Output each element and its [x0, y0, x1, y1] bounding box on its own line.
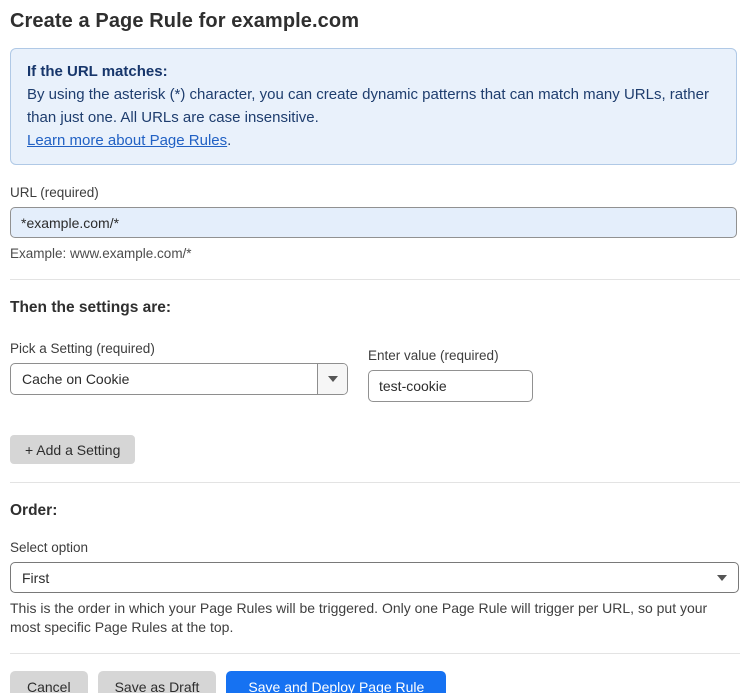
cancel-button[interactable]: Cancel: [10, 671, 88, 693]
info-box-heading: If the URL matches:: [27, 63, 168, 80]
order-select-wrapper: First: [10, 562, 739, 593]
create-page-rule-form: Create a Page Rule for example.com If th…: [0, 0, 750, 693]
section-divider: [10, 279, 740, 280]
order-select[interactable]: First: [10, 562, 739, 593]
order-divider: [10, 482, 740, 483]
add-setting-button[interactable]: + Add a Setting: [10, 435, 136, 464]
settings-section-heading: Then the settings are:: [10, 299, 172, 316]
learn-more-link[interactable]: Learn more about Page Rules: [27, 132, 227, 149]
info-box-body: By using the asterisk (*) character, you…: [27, 86, 709, 126]
setting-picker-selected-value: Cache on Cookie: [22, 371, 130, 387]
setting-value-input[interactable]: [368, 370, 533, 402]
setting-value-label: Enter value (required): [368, 348, 499, 363]
settings-row: Pick a Setting (required) Cache on Cooki…: [10, 320, 740, 402]
footer-actions: Cancel Save as Draft Save and Deploy Pag…: [10, 671, 740, 693]
setting-picker-arrow-button[interactable]: [317, 364, 347, 394]
setting-picker-label: Pick a Setting (required): [10, 341, 155, 356]
page-title: Create a Page Rule for example.com: [10, 10, 360, 32]
footer-divider: [10, 653, 740, 654]
url-field-label: URL (required): [10, 185, 99, 200]
chevron-down-icon: [327, 376, 338, 382]
link-suffix: .: [227, 132, 232, 149]
order-select-label: Select option: [10, 540, 89, 555]
url-field-help: Example: www.example.com/*: [10, 246, 192, 261]
url-match-info-box: If the URL matches: By using the asteris…: [10, 48, 737, 165]
setting-picker-dropdown[interactable]: Cache on Cookie: [10, 363, 348, 395]
save-and-deploy-button[interactable]: Save and Deploy Page Rule: [226, 671, 447, 693]
save-as-draft-button[interactable]: Save as Draft: [97, 671, 217, 693]
order-section-heading: Order:: [10, 502, 58, 519]
setting-value-column: Enter value (required): [368, 320, 533, 402]
order-help-text: This is the order in which your Page Rul…: [10, 600, 708, 635]
info-box-link-line: Learn more about Page Rules.: [27, 129, 720, 152]
url-input[interactable]: [10, 207, 737, 238]
setting-picker-column: Pick a Setting (required) Cache on Cooki…: [10, 320, 348, 395]
